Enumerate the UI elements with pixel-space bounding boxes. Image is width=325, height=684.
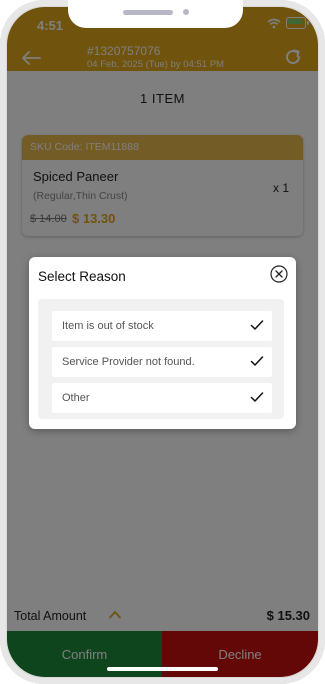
- check-icon: [250, 392, 264, 402]
- check-icon: [250, 356, 264, 366]
- phone-frame: 4:51 #1320757076 04 Feb, 2025 (Tue) by 0…: [0, 0, 325, 684]
- reason-option[interactable]: Service Provider not found.: [52, 347, 272, 377]
- reason-option[interactable]: Item is out of stock: [52, 311, 272, 341]
- check-icon: [250, 320, 264, 330]
- reason-label: Service Provider not found.: [62, 356, 195, 368]
- device-notch: [68, 0, 243, 28]
- reason-option[interactable]: Other: [52, 383, 272, 413]
- select-reason-dialog: Select Reason Item is out of stock Servi…: [29, 257, 296, 429]
- reason-list: Item is out of stock Service Provider no…: [38, 299, 284, 419]
- reason-label: Item is out of stock: [62, 320, 154, 332]
- app-screen: 4:51 #1320757076 04 Feb, 2025 (Tue) by 0…: [7, 7, 318, 677]
- reason-label: Other: [62, 392, 90, 404]
- dialog-title: Select Reason: [38, 269, 126, 284]
- home-indicator: [107, 667, 218, 671]
- close-icon[interactable]: [270, 265, 288, 283]
